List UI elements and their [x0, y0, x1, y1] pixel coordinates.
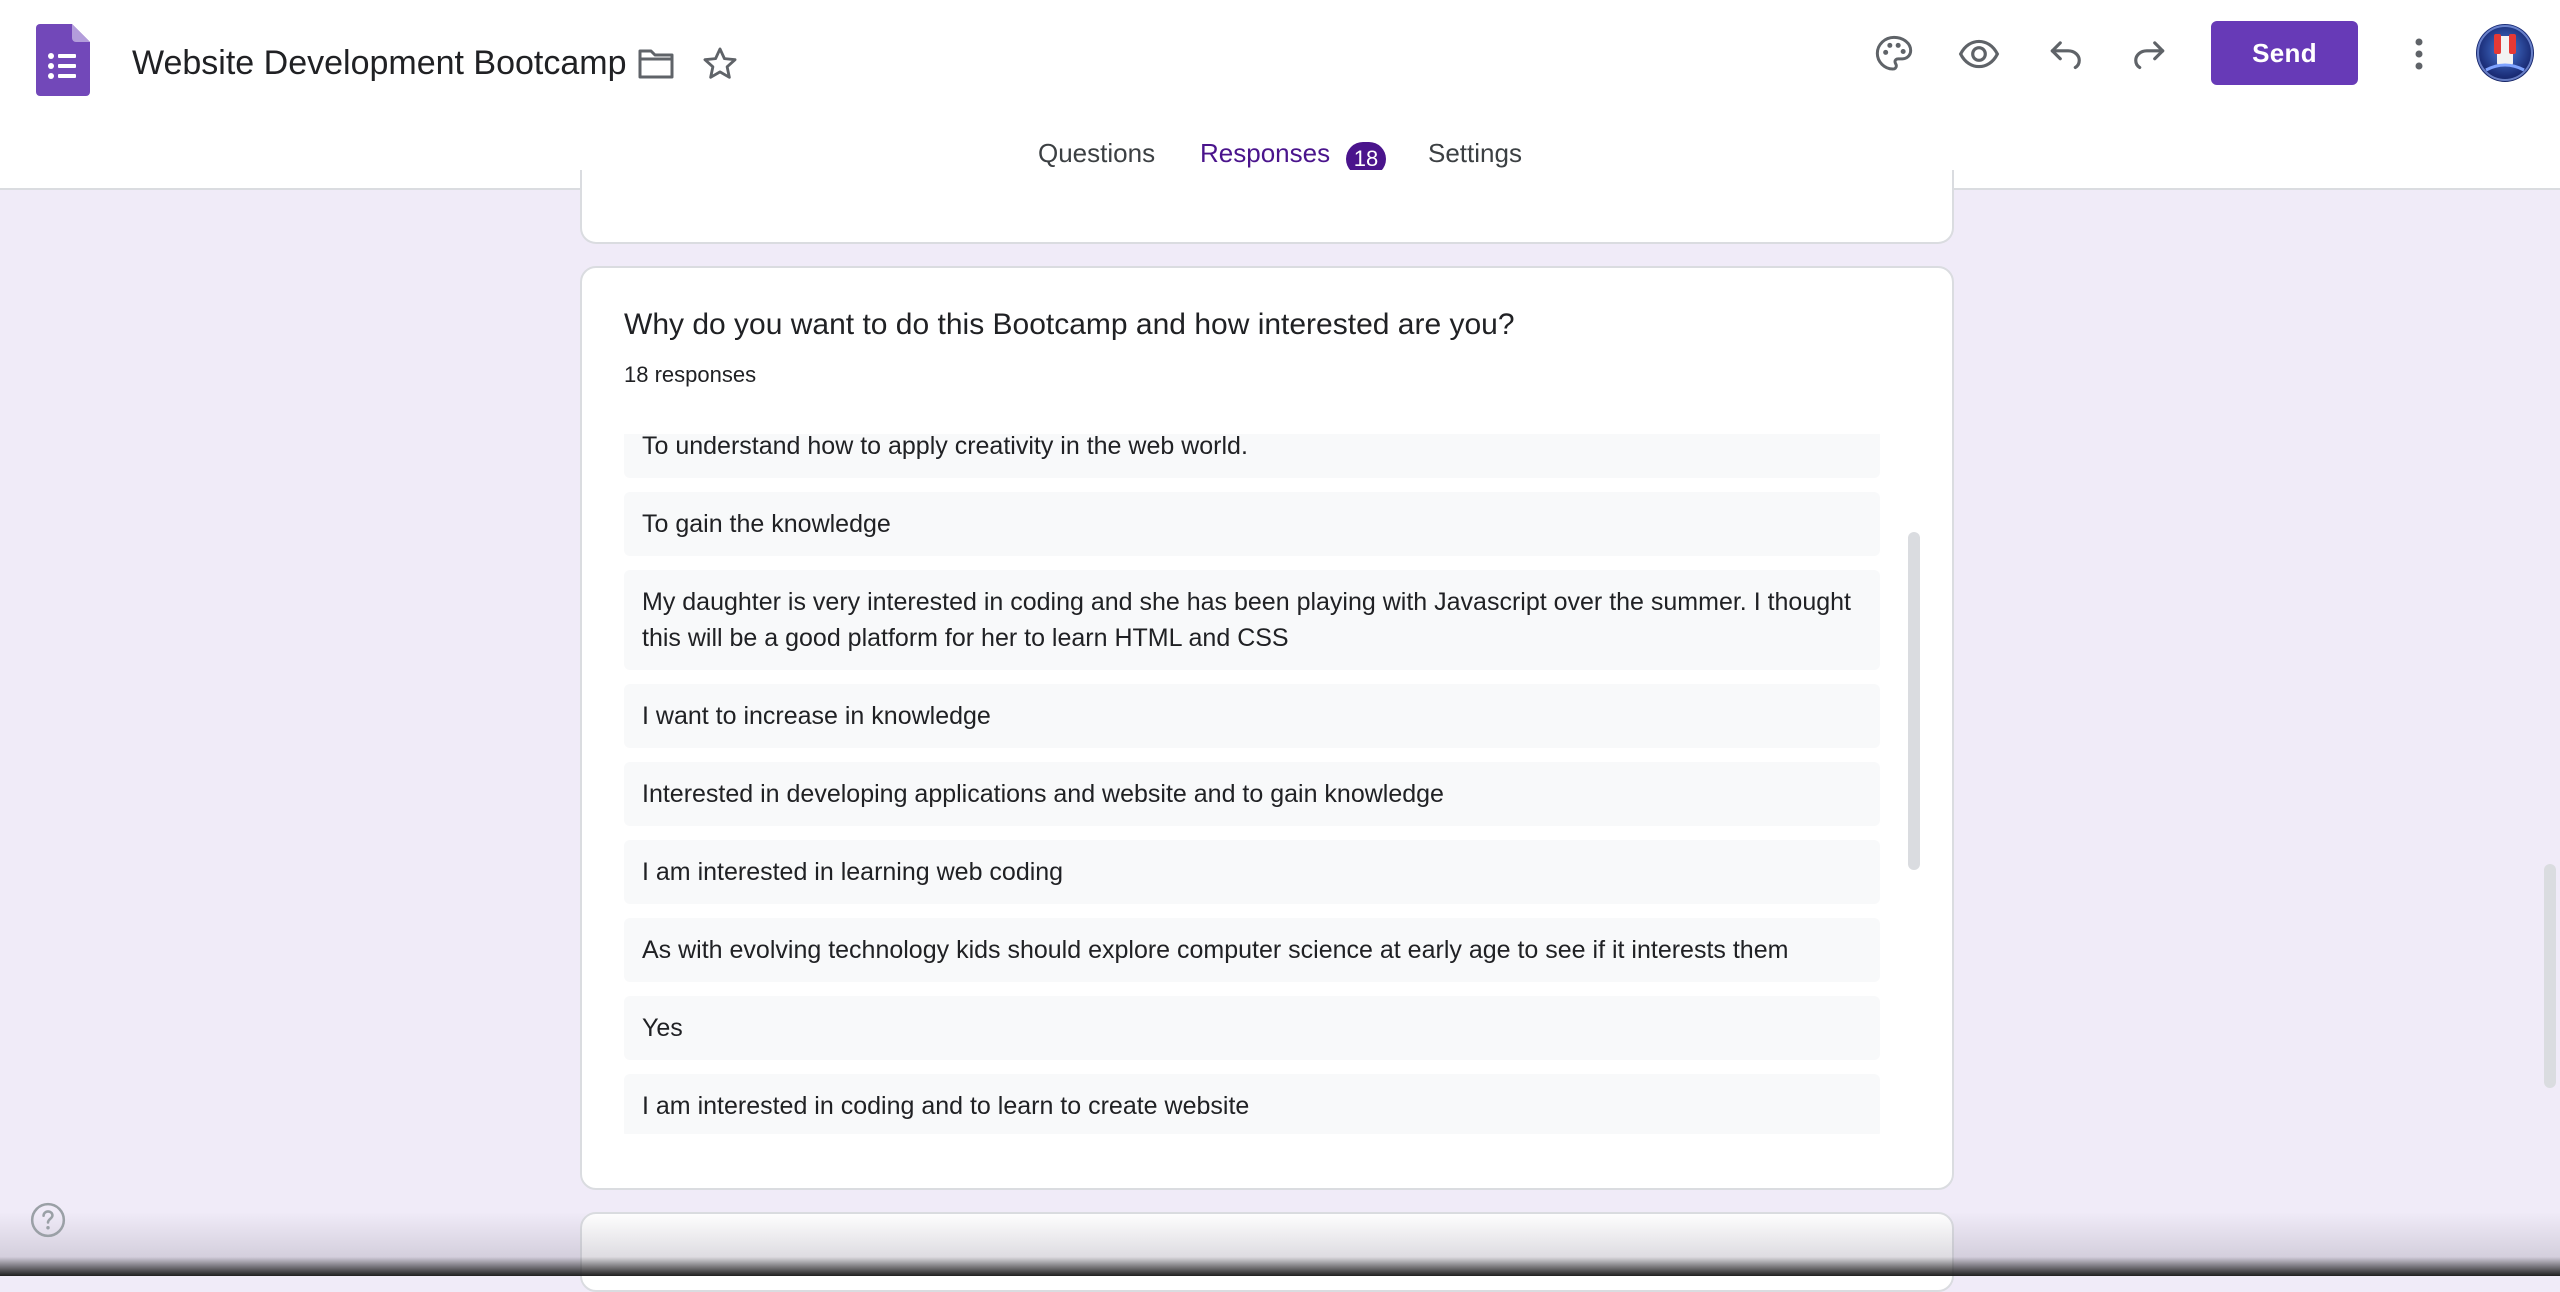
star-icon[interactable] [698, 42, 742, 86]
undo-icon[interactable] [2041, 30, 2089, 78]
list-item: I am interested in learning web coding [624, 840, 1880, 904]
avatar[interactable] [2476, 24, 2534, 82]
question-title: Why do you want to do this Bootcamp and … [624, 308, 1515, 341]
question-card: Why do you want to do this Bootcamp and … [580, 266, 1954, 1190]
response-count: 18 responses [624, 362, 757, 387]
help-icon[interactable] [28, 1200, 68, 1240]
list-item: I want to increase in knowledge [624, 684, 1880, 748]
list-item: I am interested in coding and to learn t… [624, 1074, 1880, 1134]
more-vert-icon[interactable] [2395, 30, 2443, 78]
send-button[interactable]: Send [2211, 21, 2358, 85]
folder-icon[interactable] [634, 42, 678, 86]
google-forms-icon[interactable] [36, 24, 90, 96]
list-item: To understand how to apply creativity in… [624, 434, 1880, 478]
list-item: My daughter is very interested in coding… [624, 570, 1880, 670]
responses-scrollbar[interactable] [1908, 532, 1920, 870]
app-header: Website Development Bootcamp Send Questi… [0, 0, 2560, 190]
redo-icon[interactable] [2126, 30, 2174, 78]
previous-question-card [580, 170, 1954, 244]
list-item: To gain the knowledge [624, 492, 1880, 556]
page-scrollbar[interactable] [2544, 864, 2556, 1088]
eye-icon[interactable] [1955, 30, 2003, 78]
list-item: As with evolving technology kids should … [624, 918, 1880, 982]
responses-list[interactable]: To understand how to apply creativity in… [624, 434, 1880, 1134]
list-item: Interested in developing applications an… [624, 762, 1880, 826]
next-question-card [580, 1212, 1954, 1292]
list-item: Yes [624, 996, 1880, 1060]
palette-icon[interactable] [1870, 30, 1918, 78]
form-title[interactable]: Website Development Bootcamp [132, 40, 627, 86]
